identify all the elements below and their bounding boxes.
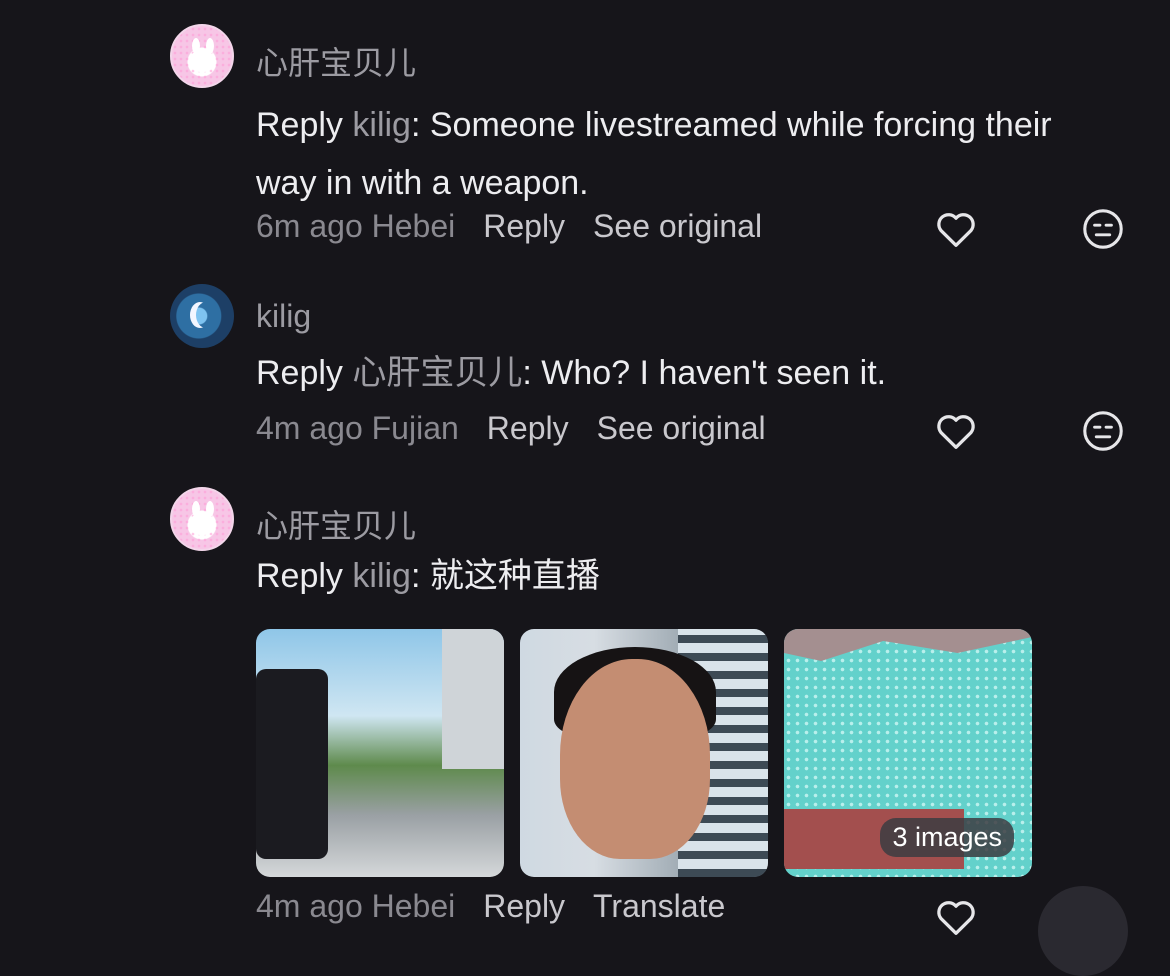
reply-button[interactable]: Reply	[483, 208, 565, 245]
comment-meta: 4m ago Hebei Reply Translate	[256, 888, 725, 925]
floating-action-button[interactable]	[1038, 886, 1128, 976]
comment-body: : 就这种直播	[410, 557, 600, 595]
reply-prefix: Reply	[256, 557, 343, 595]
meh-face-icon[interactable]	[1080, 408, 1126, 454]
comment-text: Reply kilig: Someone livestreamed while …	[256, 96, 1086, 212]
location: Fujian	[371, 410, 459, 446]
timestamp: 6m ago	[256, 208, 363, 244]
comment-body: : Who? I haven't seen it.	[522, 354, 887, 392]
reply-target[interactable]: 心肝宝贝儿	[352, 354, 522, 392]
reply-button[interactable]: Reply	[483, 888, 565, 925]
meh-face-icon[interactable]	[1080, 206, 1126, 252]
comment-1: 心肝宝贝儿 Reply kilig: Someone livestreamed …	[170, 24, 1150, 264]
image-attachments: 3 images	[256, 629, 1032, 877]
timestamp: 4m ago	[256, 410, 363, 446]
timestamp: 4m ago	[256, 888, 363, 924]
reply-prefix: Reply	[256, 354, 343, 392]
see-original-button[interactable]: See original	[597, 410, 766, 447]
comment-text: Reply kilig: 就这种直播	[256, 547, 1086, 605]
username[interactable]: 心肝宝贝儿	[256, 38, 416, 84]
reply-target[interactable]: kilig	[352, 557, 411, 595]
avatar[interactable]	[170, 284, 234, 348]
avatar[interactable]	[170, 487, 234, 551]
image-thumbnail[interactable]: 3 images	[784, 629, 1032, 877]
location: Hebei	[371, 208, 456, 244]
comment-text: Reply 心肝宝贝儿: Who? I haven't seen it.	[256, 344, 1086, 402]
location: Hebei	[371, 888, 456, 924]
image-thumbnail[interactable]	[520, 629, 768, 877]
see-original-button[interactable]: See original	[593, 208, 762, 245]
username[interactable]: 心肝宝贝儿	[256, 501, 416, 547]
comment-2: kilig Reply 心肝宝贝儿: Who? I haven't seen i…	[170, 284, 1150, 474]
comment-meta: 4m ago Fujian Reply See original	[256, 410, 766, 447]
reply-prefix: Reply	[256, 106, 343, 144]
heart-outline-icon[interactable]	[933, 408, 979, 454]
username[interactable]: kilig	[256, 298, 311, 335]
comment-meta: 6m ago Hebei Reply See original	[256, 208, 762, 245]
heart-outline-icon[interactable]	[933, 894, 979, 940]
comment-3: 心肝宝贝儿 Reply kilig: 就这种直播 3 images	[170, 487, 1150, 887]
avatar[interactable]	[170, 24, 234, 88]
reply-button[interactable]: Reply	[487, 410, 569, 447]
heart-outline-icon[interactable]	[933, 206, 979, 252]
reply-target[interactable]: kilig	[352, 106, 411, 144]
image-count-badge: 3 images	[880, 818, 1014, 857]
image-thumbnail[interactable]	[256, 629, 504, 877]
translate-button[interactable]: Translate	[593, 888, 725, 925]
